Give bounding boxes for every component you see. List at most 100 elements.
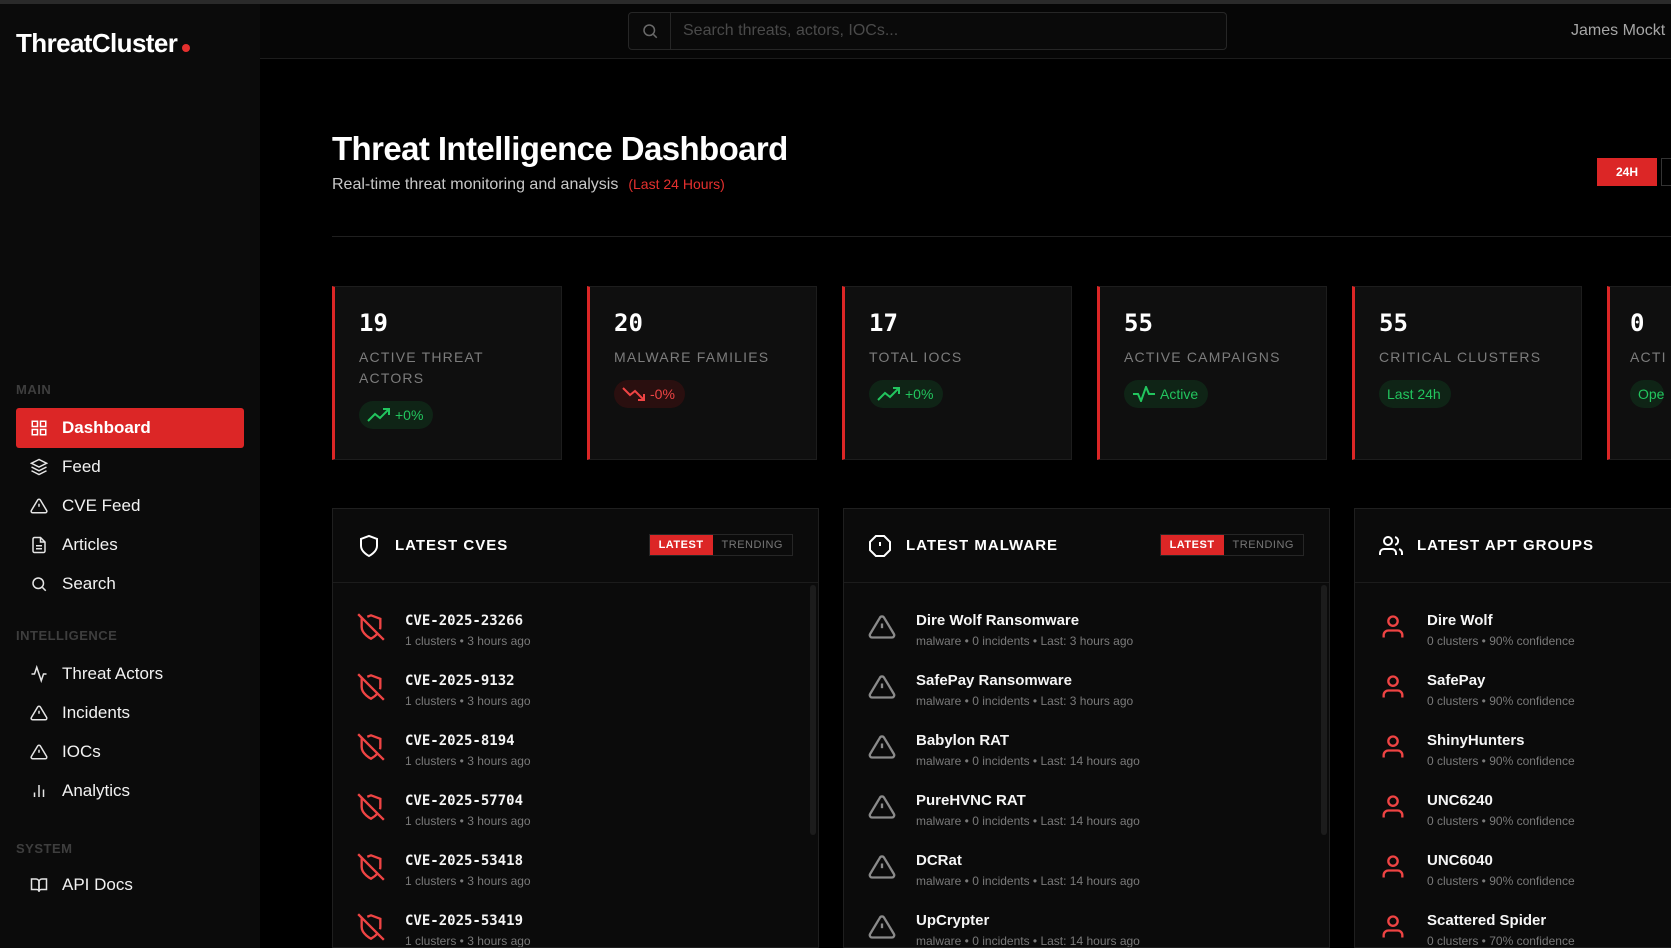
trend-value: -0% <box>650 386 675 402</box>
shield-icon <box>360 534 378 557</box>
sidebar-item-dashboard[interactable]: Dashboard <box>16 408 244 448</box>
list-item[interactable]: CVE-2025-53419 1 clusters • 3 hours ago <box>333 911 818 948</box>
sidebar: ThreatCluster MAIN Dashboard Feed CVE Fe… <box>0 4 260 948</box>
list-item[interactable]: CVE-2025-53418 1 clusters • 3 hours ago <box>333 851 818 911</box>
trending-up-icon <box>367 408 390 422</box>
item-subtitle: 1 clusters • 3 hours ago <box>405 934 531 948</box>
trend-badge: +0% <box>359 401 434 429</box>
toggle-trending[interactable]: TRENDING <box>713 535 792 555</box>
warning-icon <box>868 615 896 639</box>
top-bar: James Mockt <box>260 4 1671 59</box>
list-item[interactable]: Dire Wolf Ransomware malware • 0 incident… <box>844 611 1329 671</box>
sidebar-item-cve-feed[interactable]: CVE Feed <box>16 486 244 526</box>
item-subtitle: 0 clusters • 70% confidence <box>1427 934 1575 948</box>
sidebar-item-search[interactable]: Search <box>16 564 244 604</box>
user-name[interactable]: James Mockt <box>1571 22 1671 40</box>
search-icon <box>32 577 47 592</box>
list-item[interactable]: Babylon RAT malware • 0 incidents • Last:… <box>844 731 1329 791</box>
status-value: Ope <box>1638 386 1665 402</box>
list-item[interactable]: UpCrypter malware • 0 incidents • Last: 1… <box>844 911 1329 947</box>
sidebar-item-threat-actors[interactable]: Threat Actors <box>16 654 244 694</box>
list-item[interactable]: CVE-2025-9132 1 clusters • 3 hours ago <box>333 671 818 731</box>
item-subtitle: malware • 0 incidents • Last: 3 hours ag… <box>916 634 1134 648</box>
stat-label: ACTIVE CAMPAIGNS <box>1124 349 1281 365</box>
sidebar-item-label: Feed <box>62 457 101 476</box>
item-subtitle: 1 clusters • 3 hours ago <box>405 694 531 708</box>
sidebar-item-label: IOCs <box>62 742 101 761</box>
item-title: Babylon RAT <box>916 732 1010 749</box>
list-item[interactable]: SafePay Ransomware malware • 0 incidents … <box>844 671 1329 731</box>
panel-header: LATEST CVES LATEST TRENDING <box>333 509 818 583</box>
item-title: CVE-2025-57704 <box>405 793 524 809</box>
sidebar-item-feed[interactable]: Feed <box>16 447 244 487</box>
range-24h-button[interactable]: 24H <box>1597 158 1657 186</box>
sidebar-item-analytics[interactable]: Analytics <box>16 771 244 811</box>
list-item[interactable]: Dire Wolf 0 clusters • 90% confidence <box>1355 611 1671 671</box>
item-title: SafePay <box>1427 672 1486 689</box>
shield-off-icon <box>357 733 385 761</box>
list-item[interactable]: SafePay 0 clusters • 90% confidence <box>1355 671 1671 731</box>
warning-icon <box>30 744 48 760</box>
user-icon <box>1382 735 1404 758</box>
list-item[interactable]: DCRat malware • 0 incidents • Last: 14 ho… <box>844 851 1329 911</box>
stat-value: 19 <box>359 309 388 337</box>
item-title: CVE-2025-53418 <box>405 853 524 869</box>
stat-card-partial[interactable]: 0 ACTI Ope <box>1607 286 1671 460</box>
panel-scrollbar[interactable] <box>810 585 816 835</box>
panel-scrollbar[interactable] <box>1321 585 1327 835</box>
book-icon <box>30 878 48 892</box>
stat-card-campaigns[interactable]: 55 ACTIVE CAMPAIGNS Active <box>1097 286 1327 460</box>
stat-card-malware[interactable]: 20 MALWARE FAMILIES -0% <box>587 286 817 460</box>
shield-off-icon <box>357 793 385 821</box>
stat-card-threat-actors[interactable]: 19 ACTIVE THREAT ACTORS +0% <box>332 286 562 460</box>
item-title: UNC6040 <box>1427 852 1493 869</box>
shield-off-icon <box>357 613 385 641</box>
document-icon <box>32 536 46 554</box>
shield-off-icon <box>357 853 385 881</box>
panel-latest-apt-groups: LATEST APT GROUPS Dire Wolf 0 clusters • … <box>1354 508 1671 948</box>
range-next-button[interactable] <box>1661 158 1671 186</box>
sidebar-item-label: Search <box>62 574 116 593</box>
app-logo[interactable]: ThreatCluster <box>16 28 191 59</box>
list-item[interactable]: CVE-2025-57704 1 clusters • 3 hours ago <box>333 791 818 851</box>
list-item[interactable]: Scattered Spider 0 clusters • 70% confide… <box>1355 911 1671 948</box>
stat-value: 20 <box>614 309 643 337</box>
toggle-latest[interactable]: LATEST <box>1160 535 1224 555</box>
item-subtitle: 1 clusters • 3 hours ago <box>405 634 531 648</box>
sidebar-item-api-docs[interactable]: API Docs <box>16 865 244 905</box>
stat-label: ACTI <box>1630 349 1667 365</box>
list-item[interactable]: UNC6040 0 clusters • 90% confidence <box>1355 851 1671 911</box>
search-box[interactable] <box>628 12 1227 50</box>
toggle-trending[interactable]: TRENDING <box>1224 535 1303 555</box>
latest-trending-toggle: LATEST TRENDING <box>1159 534 1304 556</box>
user-icon <box>1382 915 1404 938</box>
sidebar-item-iocs[interactable]: IOCs <box>16 732 244 772</box>
list-item[interactable]: PureHVNC RAT malware • 0 incidents • Last… <box>844 791 1329 851</box>
search-input[interactable] <box>671 13 1226 49</box>
stat-card-iocs[interactable]: 17 TOTAL IOCS +0% <box>842 286 1072 460</box>
bar-chart-icon <box>33 785 45 797</box>
sidebar-item-label: API Docs <box>62 875 133 894</box>
sidebar-item-incidents[interactable]: Incidents <box>16 693 244 733</box>
item-subtitle: malware • 0 incidents • Last: 14 hours a… <box>916 814 1140 828</box>
item-subtitle: 0 clusters • 90% confidence <box>1427 874 1575 888</box>
subtitle-text: Real-time threat monitoring and analysis <box>332 176 619 193</box>
item-title: PureHVNC RAT <box>916 792 1026 809</box>
warning-icon <box>30 498 48 514</box>
trend-value: +0% <box>395 407 424 423</box>
stat-value: 0 <box>1630 309 1645 337</box>
time-range-label: (Last 24 Hours) <box>628 176 725 192</box>
sidebar-item-articles[interactable]: Articles <box>16 525 244 565</box>
header-divider <box>332 236 1671 237</box>
toggle-latest[interactable]: LATEST <box>649 535 713 555</box>
list-item[interactable]: UNC6240 0 clusters • 90% confidence <box>1355 791 1671 851</box>
list-item[interactable]: CVE-2025-23266 1 clusters • 3 hours ago <box>333 611 818 671</box>
item-subtitle: malware • 0 incidents • Last: 3 hours ag… <box>916 694 1134 708</box>
layers-icon <box>30 458 48 476</box>
panel-latest-malware: LATEST MALWARE LATEST TRENDING Dire Wolf… <box>843 508 1330 948</box>
section-label-system: SYSTEM <box>16 841 73 856</box>
stat-value: 55 <box>1379 309 1408 337</box>
stat-card-critical-clusters[interactable]: 55 CRITICAL CLUSTERS Last 24h <box>1352 286 1582 460</box>
list-item[interactable]: CVE-2025-8194 1 clusters • 3 hours ago <box>333 731 818 791</box>
list-item[interactable]: ShinyHunters 0 clusters • 90% confidence <box>1355 731 1671 791</box>
